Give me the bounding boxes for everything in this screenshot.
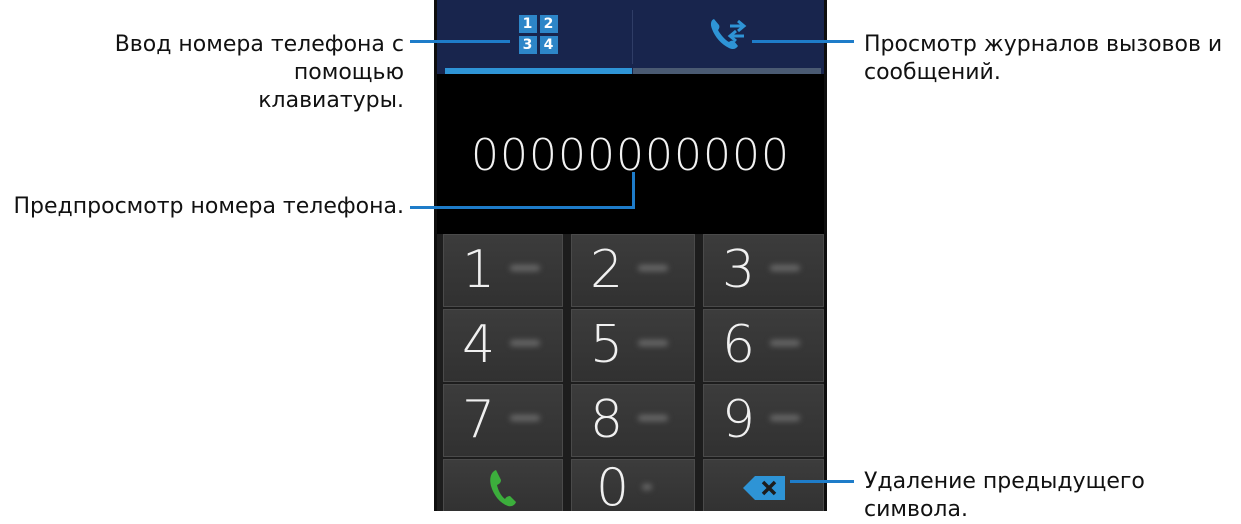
- key-1[interactable]: 1: [443, 234, 563, 307]
- key-digit: 4: [462, 315, 496, 375]
- key-letters: [510, 265, 540, 271]
- leader-number-preview-v: [632, 172, 635, 209]
- number-display: 00000000000: [437, 74, 824, 234]
- tab-logs[interactable]: [635, 0, 820, 68]
- callout-keypad-tab: Ввод номера телефона с помощью клавиатур…: [8, 31, 404, 115]
- key-letters: [510, 340, 540, 346]
- call-button[interactable]: [443, 459, 563, 511]
- tab-divider: [632, 10, 633, 64]
- key-9[interactable]: 9: [703, 384, 824, 457]
- key-digit: 9: [722, 390, 756, 450]
- call-log-icon: [710, 19, 746, 50]
- key-letters: [770, 340, 800, 346]
- key-4[interactable]: 4: [443, 309, 563, 382]
- key-digit: 3: [722, 240, 756, 300]
- keypad-grid-cell: 3: [518, 35, 537, 54]
- key-letters: [638, 415, 668, 421]
- leader-logs-tab: [752, 40, 854, 43]
- keypad-grid-cell: 2: [539, 14, 558, 33]
- key-2[interactable]: 2: [571, 234, 695, 307]
- keypad-grid-icon: 1 2 3 4: [518, 14, 558, 54]
- dial-keypad: 1 2 3 4 5 6 7 8 9 0: [443, 234, 824, 511]
- dialer-screen: 1 2 3 4 00000000000 1 2 3 4 5 6 7 8 9 0: [434, 0, 827, 511]
- key-digit: 8: [590, 390, 624, 450]
- phone-number-preview: 00000000000: [471, 130, 790, 181]
- backspace-button[interactable]: [703, 459, 824, 511]
- keypad-grid-cell: 1: [518, 14, 537, 33]
- callout-logs-tab-line1: Просмотр журналов вызовов и: [864, 32, 1223, 57]
- phone-handset-icon: [490, 470, 516, 507]
- callout-logs-tab: Просмотр журналов вызовов и сообщений.: [864, 31, 1234, 87]
- key-digit: 1: [462, 240, 496, 300]
- key-letters: [638, 340, 668, 346]
- tab-bar: 1 2 3 4: [437, 0, 824, 74]
- key-6[interactable]: 6: [703, 309, 824, 382]
- callout-logs-tab-line2: сообщений.: [864, 60, 1001, 85]
- callout-number-preview: Предпросмотр номера телефона.: [13, 194, 404, 219]
- leader-number-preview-h: [410, 206, 635, 209]
- key-letters: [638, 265, 668, 271]
- key-5[interactable]: 5: [571, 309, 695, 382]
- callout-backspace: Удаление предыдущего символа.: [864, 469, 1145, 522]
- callout-keypad-tab-line1: Ввод номера телефона с помощью: [114, 32, 404, 85]
- key-letters: [770, 415, 800, 421]
- key-digit: 5: [590, 315, 624, 375]
- backspace-icon: [742, 476, 785, 500]
- tab-keypad[interactable]: 1 2 3 4: [445, 0, 631, 68]
- key-digit: 7: [462, 390, 496, 450]
- leader-keypad-tab: [410, 40, 510, 43]
- key-digit: 0: [596, 459, 630, 511]
- key-7[interactable]: 7: [443, 384, 563, 457]
- key-3[interactable]: 3: [703, 234, 824, 307]
- leader-backspace: [790, 480, 854, 483]
- key-letters: [770, 265, 800, 271]
- key-digit: 2: [590, 240, 624, 300]
- key-letters: [642, 484, 652, 490]
- key-8[interactable]: 8: [571, 384, 695, 457]
- keypad-grid-cell: 4: [539, 35, 558, 54]
- callout-keypad-tab-line2: клавиатуры.: [258, 88, 404, 113]
- key-letters: [510, 415, 540, 421]
- key-0[interactable]: 0: [571, 459, 695, 511]
- key-digit: 6: [722, 315, 756, 375]
